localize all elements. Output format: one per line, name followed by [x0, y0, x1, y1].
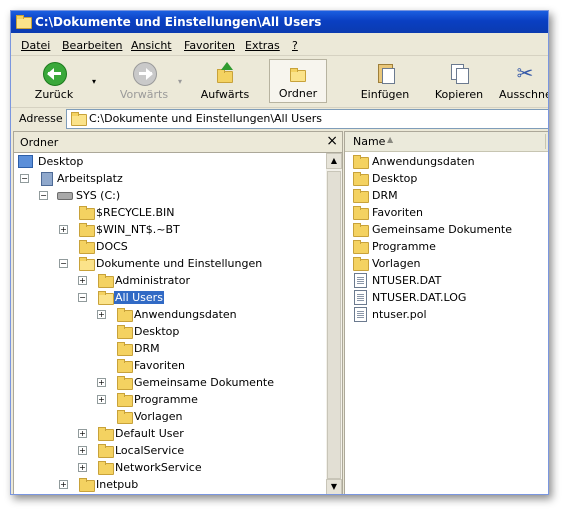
close-icon[interactable]: ×: [326, 133, 338, 149]
scroll-up-icon[interactable]: ▲: [326, 153, 342, 169]
folders-pane-title: Ordner: [20, 136, 59, 149]
menu-bar: Datei Bearbeiten Ansicht Favoriten Extra…: [11, 35, 548, 56]
folder-icon: [353, 240, 369, 254]
expand-icon[interactable]: +: [97, 378, 106, 387]
toolbar: Zurück ▾ Vorwärts ▾ Aufwärts Ordner Einf…: [11, 57, 548, 108]
up-button[interactable]: Aufwärts: [195, 59, 255, 103]
copy-button[interactable]: Kopieren: [429, 59, 489, 103]
forward-arrow-icon: [133, 62, 157, 86]
column-name-label: Name: [353, 135, 386, 148]
menu-bearbeiten[interactable]: Bearbeiten: [62, 39, 122, 52]
address-label: Adresse: [19, 112, 63, 125]
collapse-icon[interactable]: −: [59, 259, 68, 268]
folder-icon: [98, 427, 114, 441]
address-value: C:\Dokumente und Einstellungen\All Users: [89, 112, 322, 125]
cut-button[interactable]: ✂ Ausschnei: [497, 59, 548, 103]
paste-label: Einfügen: [360, 88, 410, 101]
folder-icon: [117, 359, 133, 373]
copy-icon: [448, 62, 470, 84]
paste-icon: [374, 62, 396, 84]
file-list-pane: Name ▲ Anwendungsdaten Desktop DRM Favor…: [344, 131, 548, 494]
folder-icon: [353, 206, 369, 220]
folders-pane: Ordner × Desktop − Arbeitsplatz − SYS (C…: [13, 131, 343, 494]
folder-tree-scrollbar[interactable]: ▲ ▼: [326, 153, 342, 494]
expand-icon[interactable]: +: [97, 395, 106, 404]
expand-icon[interactable]: +: [78, 276, 87, 285]
expand-icon[interactable]: +: [59, 480, 68, 489]
address-bar: Adresse C:\Dokumente und Einstellungen\A…: [11, 108, 548, 130]
title-bar[interactable]: C:\Dokumente und Einstellungen\All Users: [11, 11, 548, 33]
address-input[interactable]: C:\Dokumente und Einstellungen\All Users: [66, 109, 548, 129]
folder-icon: [98, 461, 114, 475]
scroll-down-icon[interactable]: ▼: [326, 479, 342, 494]
up-label: Aufwärts: [200, 88, 250, 101]
menu-ansicht[interactable]: Ansicht: [131, 39, 172, 52]
folder-icon: [353, 172, 369, 186]
folder-icon: [353, 155, 369, 169]
folder-icon: [98, 274, 114, 288]
forward-label: Vorwärts: [119, 88, 169, 101]
folder-icon: [71, 112, 87, 126]
menu-help[interactable]: ?: [292, 39, 298, 52]
menu-datei[interactable]: Datei: [21, 39, 50, 52]
column-header-name[interactable]: Name ▲: [345, 132, 548, 152]
folder-icon: [353, 189, 369, 203]
folder-icon: [117, 308, 133, 322]
folder-icon: [79, 478, 95, 492]
folder-icon: [79, 240, 95, 254]
folders-icon: [287, 63, 309, 85]
computer-icon: [41, 172, 53, 186]
expand-icon[interactable]: +: [97, 310, 106, 319]
paste-button[interactable]: Einfügen: [355, 59, 415, 103]
folder-icon: [353, 223, 369, 237]
copy-label: Kopieren: [434, 88, 484, 101]
file-icon: [354, 307, 367, 322]
folder-icon: [117, 376, 133, 390]
back-button[interactable]: Zurück: [19, 59, 89, 103]
folder-icon: [117, 342, 133, 356]
explorer-window: C:\Dokumente und Einstellungen\All Users…: [10, 10, 549, 495]
collapse-icon[interactable]: −: [20, 174, 29, 183]
folders-button[interactable]: Ordner: [269, 59, 327, 103]
desktop-icon: [18, 155, 33, 168]
folders-pane-header: Ordner ×: [14, 132, 342, 153]
folders-label: Ordner: [278, 87, 318, 100]
expand-icon[interactable]: +: [78, 446, 87, 455]
folder-tree: Desktop − Arbeitsplatz − SYS (C:) $RECYC…: [14, 153, 326, 494]
back-label: Zurück: [34, 88, 74, 101]
folder-icon: [16, 15, 32, 29]
file-icon: [354, 290, 367, 305]
back-dropdown-icon[interactable]: ▾: [92, 77, 96, 86]
menu-extras[interactable]: Extras: [245, 39, 280, 52]
up-folder-icon: [214, 62, 236, 84]
drive-icon: [57, 192, 73, 200]
column-divider[interactable]: [545, 134, 546, 149]
scissors-icon: ✂: [516, 61, 534, 85]
expand-icon[interactable]: +: [59, 225, 68, 234]
folder-icon: [98, 291, 114, 305]
forward-button[interactable]: Vorwärts: [109, 59, 179, 103]
cut-label: Ausschnei: [499, 88, 548, 101]
folder-icon: [117, 410, 133, 424]
folder-icon: [98, 444, 114, 458]
expand-icon[interactable]: +: [78, 463, 87, 472]
collapse-icon[interactable]: −: [39, 191, 48, 200]
folder-icon: [79, 223, 95, 237]
collapse-icon[interactable]: −: [78, 293, 87, 302]
sort-ascending-icon: ▲: [387, 135, 394, 144]
folder-icon: [353, 257, 369, 271]
folder-icon: [79, 257, 95, 271]
folder-icon: [79, 206, 95, 220]
folder-icon: [117, 393, 133, 407]
scroll-thumb[interactable]: [327, 171, 341, 479]
menu-favoriten[interactable]: Favoriten: [184, 39, 235, 52]
file-icon: [354, 273, 367, 288]
window-title: C:\Dokumente und Einstellungen\All Users: [35, 15, 322, 29]
folder-icon: [117, 325, 133, 339]
expand-icon[interactable]: +: [78, 429, 87, 438]
forward-dropdown-icon[interactable]: ▾: [178, 77, 182, 86]
back-arrow-icon: [43, 62, 67, 86]
